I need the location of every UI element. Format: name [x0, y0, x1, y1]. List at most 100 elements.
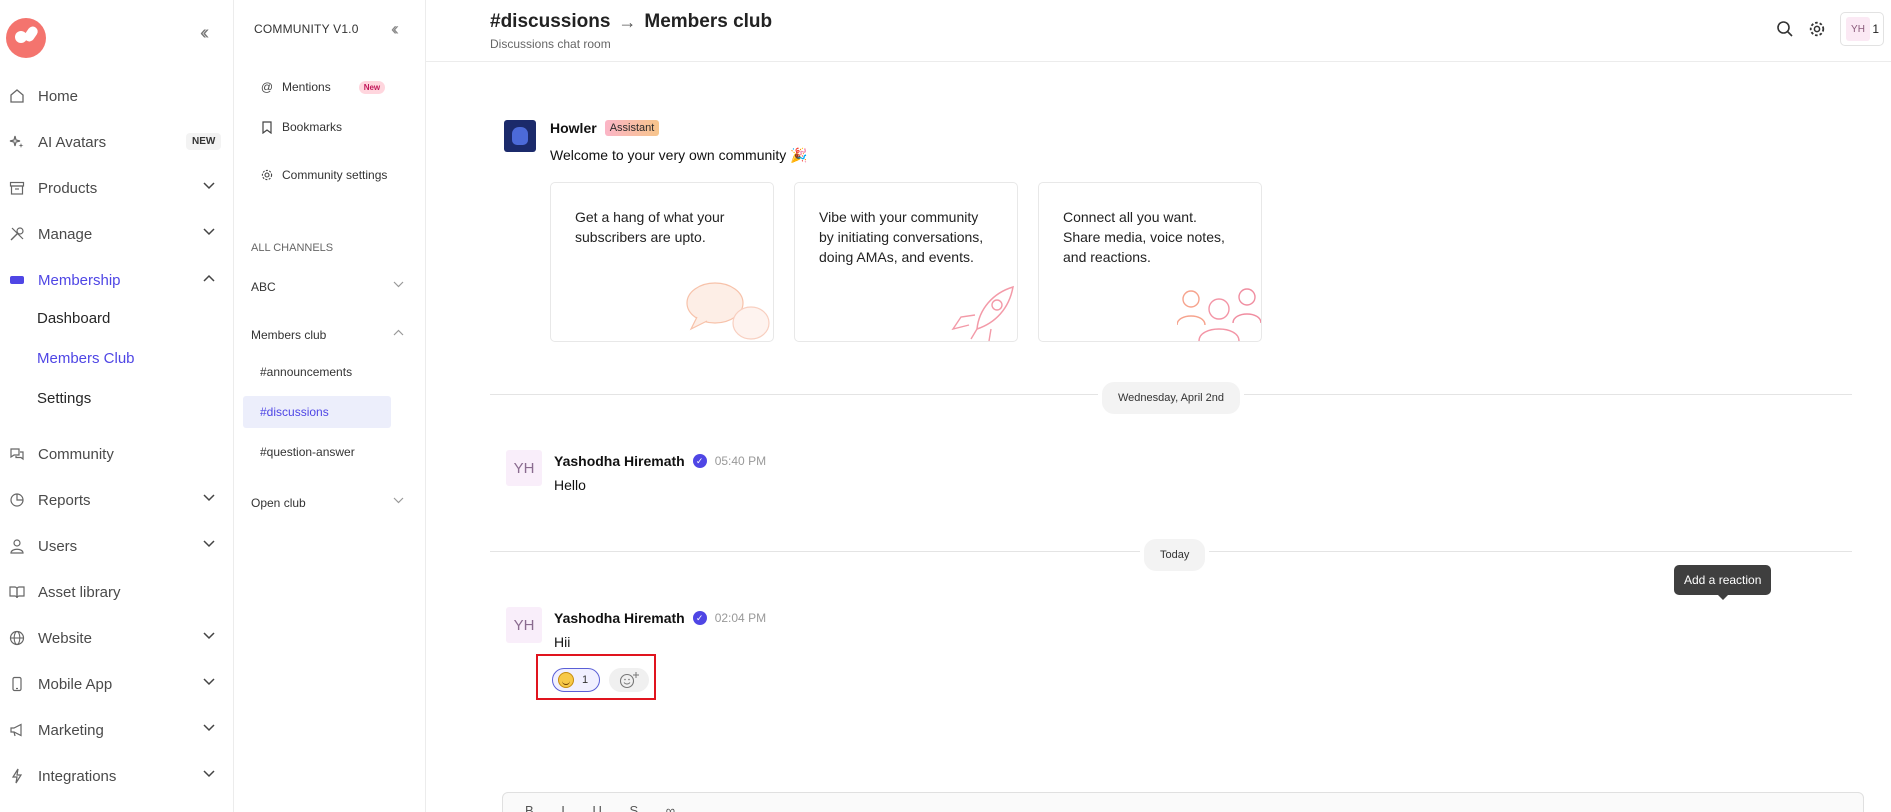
user-avatar-button[interactable]: YH 1 [1840, 12, 1884, 46]
chevron-down-icon[interactable] [393, 281, 404, 288]
pie-chart-icon [8, 491, 26, 509]
mentions-new-badge: New [358, 80, 386, 94]
chevron-down-icon[interactable] [203, 494, 215, 502]
chevron-down-icon[interactable] [203, 724, 215, 732]
nav-integrations-label: Integrations [38, 767, 117, 785]
nav-membership-label: Membership [38, 271, 121, 289]
search-icon[interactable] [1774, 18, 1796, 40]
bookmarks-item[interactable]: Bookmarks [260, 120, 342, 134]
nav-manage[interactable]: Manage [0, 216, 234, 252]
breadcrumb-channel[interactable]: #discussions [490, 11, 610, 33]
nav-home[interactable]: Home [0, 78, 234, 114]
date-divider-pill: Wednesday, April 2nd [1098, 378, 1244, 418]
nav-marketing[interactable]: Marketing [0, 712, 234, 748]
breadcrumb: #discussions → Members club [490, 11, 772, 33]
group-abc-label: ABC [251, 280, 276, 294]
speech-bubbles-icon [686, 282, 770, 340]
add-reaction-button[interactable] [609, 668, 649, 692]
channel-question-answer[interactable]: #question-answer [243, 436, 391, 468]
gear-icon [260, 168, 274, 182]
message-composer[interactable]: B I U S ∞ [502, 792, 1864, 812]
nav-website[interactable]: Website [0, 620, 234, 656]
assistant-badge: Assistant [604, 120, 660, 136]
community-settings-label: Community settings [282, 168, 388, 182]
chevron-up-icon[interactable] [203, 274, 215, 282]
sub-item-members-club[interactable]: Members Club [37, 347, 135, 371]
mentions-label: Mentions [282, 80, 331, 94]
nav-products[interactable]: Products [0, 170, 234, 206]
avatar-count: 1 [1872, 22, 1879, 36]
reaction-chip[interactable]: 1 [552, 668, 600, 692]
avatar: YH [506, 450, 542, 486]
megaphone-icon [8, 721, 26, 739]
all-channels-heading: ALL CHANNELS [251, 242, 334, 254]
nav-mobile-app-label: Mobile App [38, 675, 113, 693]
nav-asset-library[interactable]: Asset library [0, 574, 234, 610]
nav-ai-avatars[interactable]: AI Avatars NEW [0, 124, 234, 160]
bot-name: Howler [550, 120, 597, 136]
message-author[interactable]: Yashodha Hiremath [554, 610, 685, 626]
main-sidebar: ‹‹ Home AI Avatars NEW Products Manage M… [0, 0, 234, 812]
message-time: 05:40 PM [714, 454, 767, 468]
add-reaction-tooltip: Add a reaction [1674, 565, 1772, 600]
channel-group-open-club[interactable]: Open club [251, 496, 411, 510]
chevron-down-icon[interactable] [203, 228, 215, 236]
add-emoji-icon [619, 672, 639, 689]
message-author-row: Yashodha Hiremath ✓ 05:40 PM [554, 453, 766, 469]
rocket-icon [951, 285, 1014, 341]
channel-discussions[interactable]: #discussions [243, 396, 391, 428]
message-text: Hii [554, 634, 571, 650]
nav-marketing-label: Marketing [38, 721, 104, 739]
composer-toolbar[interactable]: B I U S ∞ [525, 803, 687, 812]
welcome-text: Welcome to your very own community 🎉 [550, 147, 808, 163]
nav-users-label: Users [38, 537, 78, 555]
gear-icon[interactable] [1806, 18, 1828, 40]
chevron-down-icon[interactable] [203, 540, 215, 548]
nav-users[interactable]: Users [0, 528, 234, 564]
nav-website-label: Website [38, 629, 92, 647]
tools-icon [8, 225, 26, 243]
welcome-card-text: Get a hang of what your subscribers are … [575, 209, 725, 245]
at-icon: @ [260, 80, 274, 94]
sparkles-icon [8, 133, 26, 151]
collapse-sidebar-icon[interactable]: ‹‹ [200, 22, 210, 44]
app-logo[interactable] [6, 18, 46, 58]
bot-name-row: Howler Assistant [550, 120, 660, 136]
date-divider-pill: Today [1140, 535, 1210, 575]
nav-community[interactable]: Community [0, 436, 234, 472]
channel-subtitle: Discussions chat room [490, 37, 611, 51]
welcome-card: Connect all you want. Share media, voice… [1038, 182, 1262, 342]
chat-main: #discussions → Members club Discussions … [426, 0, 1891, 812]
nav-home-label: Home [38, 87, 79, 105]
chevron-down-icon[interactable] [203, 678, 215, 686]
sub-item-settings[interactable]: Settings [37, 387, 91, 411]
chevron-up-icon[interactable] [393, 329, 404, 336]
nav-integrations[interactable]: Integrations [0, 758, 234, 794]
channel-announcements[interactable]: #announcements [243, 356, 391, 388]
channel-group-members-club[interactable]: Members club [251, 328, 411, 342]
collapse-panel-icon[interactable]: ‹‹ [391, 19, 399, 40]
chevron-down-icon[interactable] [203, 182, 215, 190]
nav-membership[interactable]: Membership [0, 262, 234, 298]
sub-item-dashboard[interactable]: Dashboard [37, 307, 110, 331]
message-time: 02:04 PM [714, 611, 767, 625]
globe-icon [8, 629, 26, 647]
chevron-down-icon[interactable] [203, 770, 215, 778]
arrow-right-icon: → [618, 11, 637, 32]
nav-manage-label: Manage [38, 225, 93, 243]
nav-reports[interactable]: Reports [0, 482, 234, 518]
channel-group-abc[interactable]: ABC [251, 280, 411, 294]
chevron-down-icon[interactable] [203, 632, 215, 640]
message-author[interactable]: Yashodha Hiremath [554, 453, 685, 469]
nav-ai-avatars-label: AI Avatars [38, 133, 107, 151]
book-icon [8, 583, 26, 601]
nav-mobile-app[interactable]: Mobile App [0, 666, 234, 702]
chevron-down-icon[interactable] [393, 497, 404, 504]
nav-asset-library-label: Asset library [38, 583, 121, 601]
mentions-item[interactable]: @ Mentions New [260, 80, 386, 94]
chat-icon [8, 445, 26, 463]
group-open-club-label: Open club [251, 496, 306, 510]
plug-icon [8, 767, 26, 785]
breadcrumb-club[interactable]: Members club [644, 11, 772, 33]
community-settings-item[interactable]: Community settings [260, 168, 387, 182]
